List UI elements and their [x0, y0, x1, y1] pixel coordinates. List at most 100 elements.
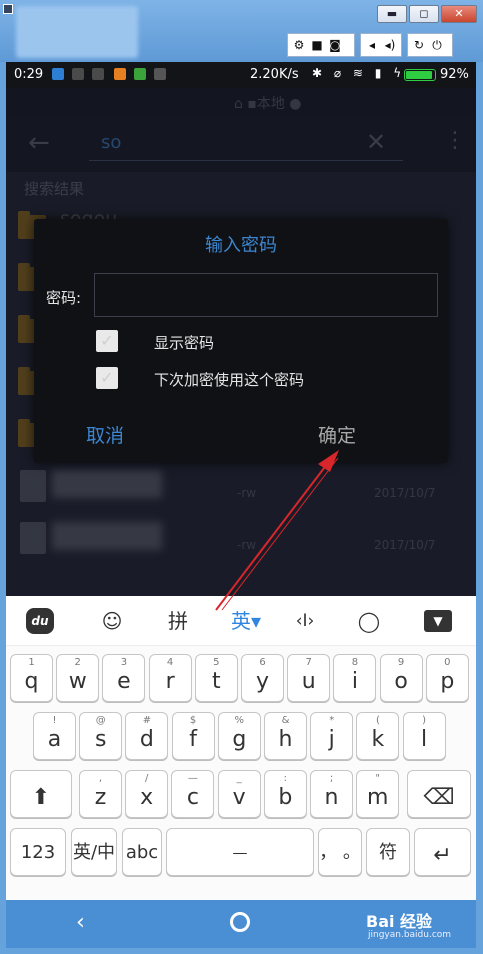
key-u[interactable]: 7u [287, 654, 331, 702]
volume-down-icon[interactable]: ◂ [363, 38, 381, 52]
english-mode-button[interactable]: 英▾ [226, 606, 266, 636]
key-label: w [68, 669, 87, 694]
maximize-button[interactable]: ◻ [409, 5, 439, 23]
numbers-key[interactable]: 123 [10, 828, 66, 876]
enter-key[interactable]: ↵ [414, 828, 471, 876]
abc-key[interactable]: abc [122, 828, 162, 876]
key-m[interactable]: " m [356, 770, 400, 818]
keyboard-toolbar: du ☺ 拼 英▾ ‹I› ◯ ▼ [6, 596, 476, 646]
remember-password-checkbox[interactable]: ✓ [96, 367, 118, 389]
password-input[interactable] [94, 273, 438, 317]
language-toggle-key[interactable]: 英/中 [71, 828, 117, 876]
key-l[interactable]: ) l [402, 712, 446, 760]
key-hint: _ [236, 773, 242, 784]
key-hint: 4 [166, 657, 174, 668]
key-k[interactable]: (k [356, 712, 400, 760]
key-label: v [232, 785, 246, 810]
key-label: d [139, 727, 154, 752]
search-icon[interactable]: ◯ [354, 606, 384, 636]
minimize-button[interactable]: ▬ [377, 5, 407, 23]
rotate-icon[interactable]: ↻ [410, 38, 428, 52]
baidu-input-logo-icon[interactable]: du [26, 608, 54, 634]
emulator-window: ▬ ◻ ✕ ⚙ ■ ◙ ◂ ◂) ↻ ⏻ 0:29 2.20K/s ✱ ⌀ ≋ … [0, 0, 483, 954]
key-a[interactable]: ! a [33, 712, 76, 760]
key-p[interactable]: 0p [425, 654, 469, 702]
key-hint: 3 [120, 657, 128, 668]
key-hint: 0 [444, 657, 451, 668]
key-j[interactable]: * j [310, 712, 354, 760]
camera-icon[interactable]: ◙ [326, 38, 344, 52]
show-password-checkbox[interactable]: ✓ [96, 330, 118, 352]
key-label: h [278, 727, 293, 752]
password-dialog: 输入密码 密码: ✓ 显示密码 ✓ 下次加密使用这个密码 取消 确定 [34, 219, 448, 463]
key-r[interactable]: 4r [148, 654, 192, 702]
key-hint: " [375, 773, 380, 784]
shift-key[interactable]: ⬆ [10, 770, 72, 818]
key-w[interactable]: 2w [56, 654, 100, 702]
backspace-key[interactable]: ⌫ [407, 770, 471, 818]
volume-up-icon[interactable]: ◂) [381, 38, 399, 52]
key-z[interactable]: ,z [79, 770, 122, 818]
key-label: b [278, 785, 293, 810]
key-c[interactable]: — c [171, 770, 215, 818]
notification-icon [92, 68, 104, 80]
key-hint: ! [52, 715, 57, 726]
key-label: s [94, 727, 107, 752]
key-q[interactable]: 1q [10, 654, 53, 702]
punctuation-key[interactable]: ， 。 [318, 828, 362, 876]
settings-icon[interactable]: ⚙ [290, 38, 308, 52]
key-d[interactable]: # d [125, 712, 169, 760]
key-label: 符 [379, 842, 397, 863]
key-hint: — [187, 773, 198, 784]
hide-keyboard-icon[interactable]: ▼ [424, 610, 452, 632]
key-label: k [371, 727, 385, 752]
cursor-icon[interactable]: ‹I› [288, 606, 322, 636]
emoji-icon[interactable]: ☺ [98, 606, 126, 636]
key-n[interactable]: ; n [310, 770, 353, 818]
key-s[interactable]: @ s [79, 712, 123, 760]
navigation-bar: ‹ Bai 经验 jingyan.baidu.com [6, 900, 476, 948]
key-x[interactable]: / x [125, 770, 169, 818]
app-icon [3, 4, 13, 14]
key-label: u [301, 669, 316, 694]
key-hint: ; [329, 773, 334, 784]
key-t[interactable]: 5t [194, 654, 238, 702]
close-button[interactable]: ✕ [441, 5, 477, 23]
key-h[interactable]: & h [264, 712, 307, 760]
key-label: i [351, 669, 358, 694]
key-e[interactable]: 3e [102, 654, 146, 702]
nav-back-icon[interactable]: ‹ [76, 910, 85, 935]
space-key[interactable]: ⏤ [166, 828, 314, 876]
key-y[interactable]: 6y [241, 654, 284, 702]
key-g[interactable]: % g [217, 712, 261, 760]
key-label: n [324, 785, 339, 810]
key-hint: 6 [259, 657, 266, 668]
key-label: q [24, 669, 39, 694]
record-icon[interactable]: ■ [308, 38, 326, 52]
key-o[interactable]: 9o [379, 654, 423, 702]
remember-password-label: 下次加密使用这个密码 [154, 371, 305, 389]
notification-icon [154, 68, 166, 80]
key-label: f [189, 727, 197, 752]
status-time: 0:29 [14, 67, 44, 82]
key-i[interactable]: 8i [333, 654, 377, 702]
cancel-button[interactable]: 取消 [86, 417, 176, 451]
key-label: o [394, 669, 408, 694]
symbol-key[interactable]: 符 [366, 828, 410, 876]
key-hint: , [98, 773, 103, 784]
nav-home-icon[interactable] [230, 912, 250, 932]
key-label: l [421, 727, 428, 752]
pinyin-mode-button[interactable]: 拼 [163, 606, 193, 636]
confirm-button[interactable]: 确定 [318, 417, 408, 451]
key-hint: 5 [213, 657, 220, 668]
baidu-watermark: Bai 经验 [366, 912, 433, 931]
key-hint: 7 [305, 657, 312, 668]
key-b[interactable]: :b [263, 770, 307, 818]
key-f[interactable]: $ f [171, 712, 215, 760]
window-titlebar: ▬ ◻ ✕ ⚙ ■ ◙ ◂ ◂) ↻ ⏻ [0, 0, 483, 62]
key-v[interactable]: _ v [217, 770, 261, 818]
window-title-blurred [16, 6, 138, 58]
key-hint: 1 [28, 657, 35, 668]
key-hint: : [283, 773, 287, 784]
power-icon[interactable]: ⏻ [428, 38, 446, 53]
